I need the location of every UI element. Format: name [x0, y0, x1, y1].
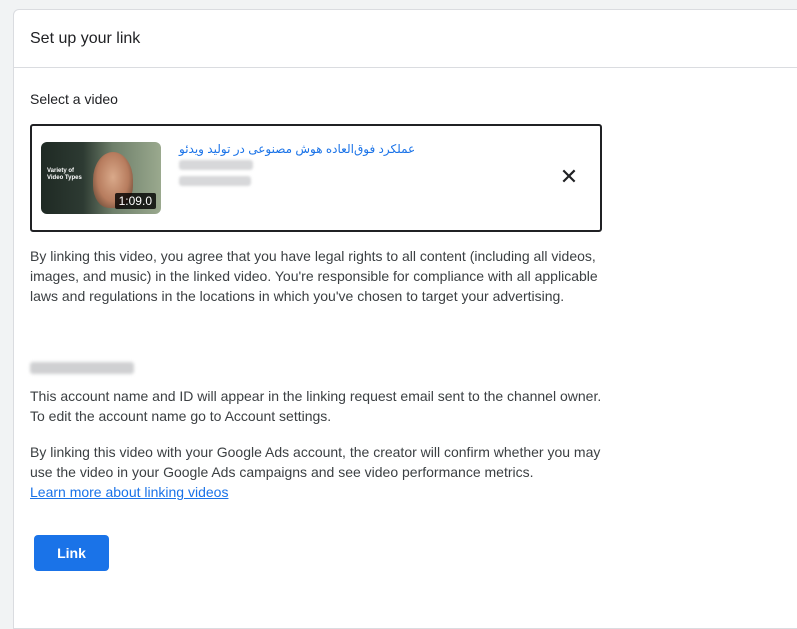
selected-video-card[interactable]: Variety of Video Types 1:09.0 عملکرد فوق…: [30, 124, 602, 232]
close-icon[interactable]: ✕: [558, 164, 580, 189]
terms-text: By linking this video, you agree that yo…: [30, 248, 598, 304]
video-duration: 1:09.0: [114, 193, 156, 209]
video-thumbnail: Variety of Video Types 1:09.0: [41, 142, 161, 214]
card-header: Set up your link: [14, 10, 797, 68]
account-info-text: This account name and ID will appear in …: [30, 388, 602, 424]
page-title: Set up your link: [30, 29, 141, 47]
video-stats-redacted: [179, 176, 251, 186]
select-video-label: Select a video: [30, 91, 118, 107]
link-setup-card: Set up your link Select a video Variety …: [13, 9, 797, 629]
video-title[interactable]: عملکرد فوق‌العاده هوش مصنوعی در تولید وی…: [179, 142, 415, 156]
creator-info-block: By linking this video with your Google A…: [30, 442, 605, 502]
channel-name-redacted: [179, 160, 253, 170]
link-button[interactable]: Link: [34, 535, 109, 571]
account-id-redacted: [30, 362, 134, 374]
thumbnail-text: Variety of Video Types: [47, 168, 82, 181]
learn-more-link[interactable]: Learn more about linking videos: [30, 484, 228, 500]
creator-info-text: By linking this video with your Google A…: [30, 444, 601, 480]
